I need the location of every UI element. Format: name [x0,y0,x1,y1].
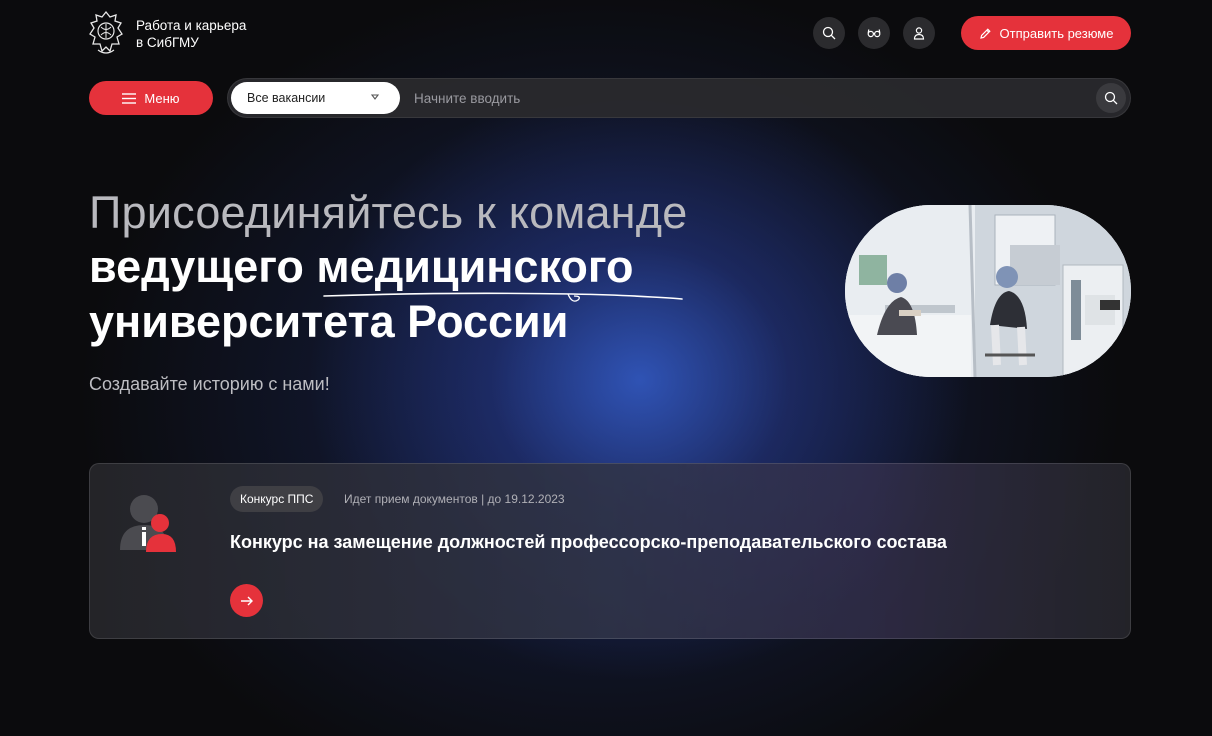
search-icon [822,26,836,40]
chevron-down-icon [370,94,380,100]
person-badge-icon [120,495,176,552]
search-submit-button[interactable] [1096,83,1126,113]
vacancy-filter-value: Все вакансии [247,91,326,105]
accessibility-button[interactable] [858,17,890,49]
hamburger-icon [122,92,137,104]
send-resume-button[interactable]: Отправить резюме [961,16,1131,50]
search-bar: Все вакансии [227,78,1131,118]
hero-subtitle: Создавайте историю с нами! [89,374,330,394]
hero-photo [845,205,1131,377]
competition-open-button[interactable] [230,584,263,617]
hero-title-line-2: ведущего медицинского [89,241,634,292]
user-icon [913,27,925,40]
header-search-button[interactable] [813,17,845,49]
hero-title-line-3: университета России [89,296,569,347]
logo-text: Работа и карьера в СибГМУ [136,17,266,51]
lab-photo-illustration [845,205,1131,377]
logo-line-1: Работа и карьера [136,18,247,33]
logo-line-2: в СибГМУ [136,35,199,50]
competition-status: Идет прием документов | до 19.12.2023 [344,492,565,506]
profile-button[interactable] [903,17,935,49]
send-resume-label: Отправить резюме [999,25,1114,41]
page: Работа и карьера в СибГМУ Отправить резю… [0,0,1212,736]
menu-button[interactable]: Меню [89,81,213,115]
vacancy-filter-select[interactable]: Все вакансии [231,82,400,114]
glasses-icon [867,29,881,38]
pencil-icon [979,27,991,39]
university-emblem-icon [89,10,123,54]
competition-card[interactable]: Конкурс ППС Идет прием документов | до 1… [89,463,1131,639]
logo[interactable]: Работа и карьера в СибГМУ [88,10,266,58]
competition-tag: Конкурс ППС [230,486,324,512]
arrow-right-icon [240,596,253,605]
search-input[interactable] [414,87,1074,109]
menu-label: Меню [144,90,180,106]
search-icon [1104,91,1118,105]
hero-title-line-1: Присоединяйтесь к команде [89,187,688,238]
competition-title[interactable]: Конкурс на замещение должностей профессо… [230,532,947,553]
